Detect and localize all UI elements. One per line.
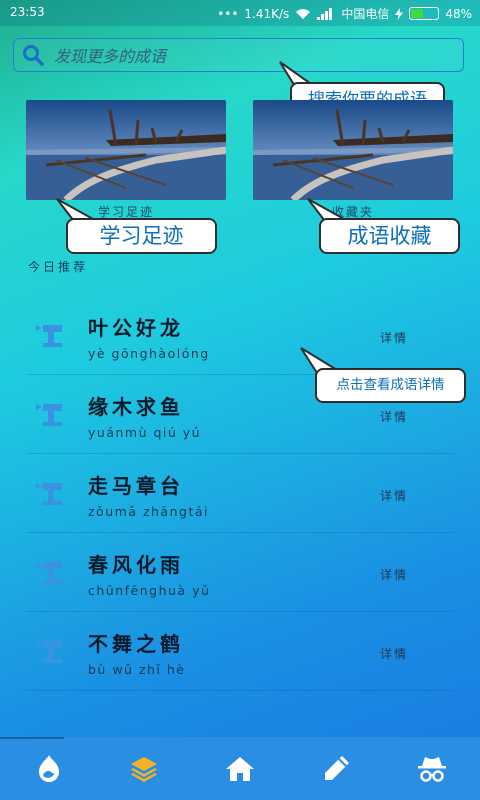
- list-item[interactable]: 叶公好龙 yè gōnghàolóng 详情: [26, 296, 454, 375]
- idiom-name: 缘木求鱼: [88, 395, 184, 419]
- idiom-pinyin: zǒumǎ zhāngtái: [88, 504, 209, 519]
- status-bar: 23:53 ••• 1.41K/s 中国电信 48%: [0, 0, 480, 26]
- drupal-icon[interactable]: [33, 753, 65, 785]
- charging-icon: [395, 7, 404, 20]
- favorites-callout: 成语收藏: [319, 218, 460, 254]
- idiom-pinyin: yuánmù qiú yú: [88, 425, 202, 440]
- active-indicator: [0, 737, 64, 739]
- battery-percent: 48%: [445, 6, 472, 21]
- carrier-name: 中国电信: [341, 7, 390, 21]
- detail-link[interactable]: 详情: [380, 408, 408, 425]
- list-item[interactable]: 春风化雨 chūnfēnghuà yǔ 详情: [26, 533, 454, 612]
- idiom-name: 叶公好龙: [88, 316, 184, 340]
- status-time: 23:53: [10, 5, 45, 19]
- book-icon: [36, 562, 62, 584]
- favorites-card[interactable]: [253, 100, 453, 200]
- bottom-nav: [0, 737, 480, 800]
- search-bar[interactable]: [13, 38, 464, 72]
- favorites-callout-text: 成语收藏: [347, 224, 432, 248]
- history-callout-text: 学习足迹: [99, 224, 184, 248]
- incognito-icon[interactable]: [416, 753, 448, 785]
- wifi-icon: [296, 8, 311, 19]
- book-icon: [36, 641, 62, 663]
- idiom-list: 叶公好龙 yè gōnghàolóng 详情 缘木求鱼 yuánmù qiú y…: [26, 296, 454, 691]
- section-title: 今日推荐: [28, 260, 89, 274]
- favorites-card-image: [253, 100, 453, 200]
- detail-callout-text: 点击查看成语详情: [336, 377, 445, 393]
- battery-icon: [409, 7, 440, 20]
- status-right: ••• 1.41K/s 中国电信 48%: [217, 5, 472, 22]
- detail-link[interactable]: 详情: [380, 566, 408, 583]
- list-item[interactable]: 不舞之鹤 bù wǔ zhī hè 详情: [26, 612, 454, 691]
- idiom-name: 不舞之鹤: [88, 632, 184, 656]
- history-callout: 学习足迹: [66, 218, 217, 254]
- detail-link[interactable]: 详情: [380, 645, 408, 662]
- idiom-name: 春风化雨: [88, 553, 184, 577]
- detail-link[interactable]: 详情: [380, 329, 408, 346]
- layers-icon[interactable]: [128, 753, 160, 785]
- book-icon: [36, 483, 62, 505]
- signal-icon: [317, 7, 333, 20]
- idiom-pinyin: yè gōnghàolóng: [88, 346, 210, 361]
- search-input[interactable]: [52, 43, 456, 69]
- search-icon: [23, 45, 44, 66]
- idiom-pinyin: chūnfēnghuà yǔ: [88, 583, 211, 598]
- book-icon: [36, 404, 62, 426]
- home-icon[interactable]: [224, 753, 256, 785]
- pencil-icon[interactable]: [320, 753, 352, 785]
- history-card-image: [26, 100, 226, 200]
- book-icon: [36, 325, 62, 347]
- idiom-name: 走马章台: [88, 474, 184, 498]
- list-item[interactable]: 走马章台 zǒumǎ zhāngtái 详情: [26, 454, 454, 533]
- detail-callout: 点击查看成语详情: [315, 368, 466, 403]
- detail-link[interactable]: 详情: [380, 487, 408, 504]
- history-card[interactable]: [26, 100, 226, 200]
- idiom-pinyin: bù wǔ zhī hè: [88, 662, 186, 677]
- notification-dots: •••: [217, 6, 239, 21]
- network-speed: 1.41K/s: [244, 6, 290, 21]
